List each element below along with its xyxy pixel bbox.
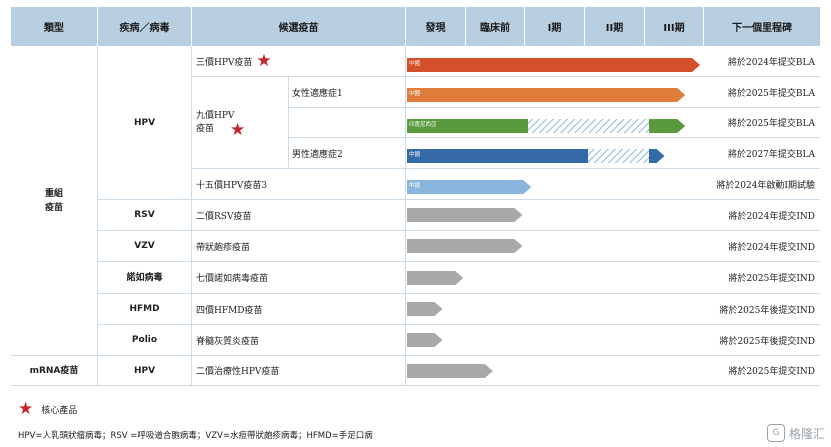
progress-bar-arrow <box>407 180 532 194</box>
milestone: 將於2025年提交IND <box>728 367 815 377</box>
progress-bar-arrow <box>407 239 523 253</box>
milestone: 將於2025年提交BLA <box>728 88 815 99</box>
milestone: 將於2024年提交BLA <box>728 57 815 68</box>
progress-bar-hatched <box>588 149 649 163</box>
progress-bar-arrow <box>649 149 665 163</box>
footnote: HPV=人乳頭狀瘤病毒；RSV =呼吸道合胞病毒；VZV=水痘帶狀皰疹病毒；HF… <box>18 431 373 441</box>
region-tag: 中國 <box>409 91 421 97</box>
milestone: 將於2025年提交IND <box>728 274 815 284</box>
milestone: 將於2025年後提交IND <box>719 305 815 316</box>
legend: ★ 核心產品 <box>18 401 77 418</box>
region-tag: 印度尼西亞 <box>409 122 437 128</box>
legend-label: 核心產品 <box>41 406 78 416</box>
progress-bar-arrow <box>407 302 443 316</box>
watermark: G 格隆汇 <box>766 424 825 442</box>
progress-bar-arrow <box>649 119 686 133</box>
watermark-text: 格隆汇 <box>788 426 825 441</box>
region-tag: 中國 <box>409 61 421 67</box>
core-product-star-icon: ★ <box>18 399 34 419</box>
milestone: 將於2024年提交IND <box>728 242 815 253</box>
progress-bar-arrow <box>407 58 701 72</box>
milestone: 將於2024年提交IND <box>728 211 815 222</box>
progress-bar-segment <box>407 149 588 163</box>
progress-bar-arrow <box>407 208 523 222</box>
progress-bar-hatched <box>528 119 649 133</box>
progress-bar-arrow <box>407 333 443 347</box>
milestone: 將於2025年後提交IND <box>719 336 815 347</box>
logo-icon: G <box>766 424 785 442</box>
region-tag: 中國 <box>409 152 421 158</box>
milestone: 將於2025年提交BLA <box>728 119 815 129</box>
progress-bar-arrow <box>407 364 493 378</box>
region-tag: 中國 <box>409 183 421 189</box>
progress-bar-arrow <box>407 88 686 102</box>
progress-bar-arrow <box>407 271 464 285</box>
milestone: 將於2027年提交BLA <box>728 149 815 160</box>
milestone: 將於2024年啟動I期試驗 <box>716 180 815 191</box>
